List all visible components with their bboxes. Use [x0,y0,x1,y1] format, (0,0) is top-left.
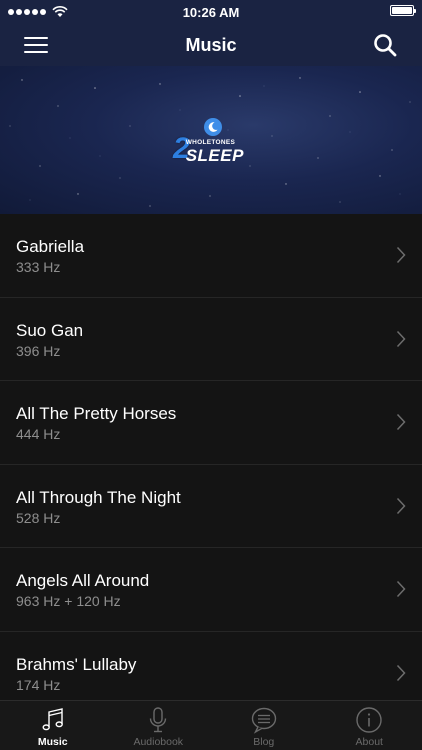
track-title: All The Pretty Horses [16,404,177,424]
track-list: Gabriella 333 Hz Suo Gan 396 Hz All The … [0,214,422,716]
tab-label: Audiobook [133,736,184,748]
chevron-right-icon [396,581,406,598]
hamburger-menu-icon[interactable] [22,34,50,56]
track-frequency: 396 Hz [16,342,61,359]
wifi-icon [52,6,68,17]
tab-music[interactable]: Music [0,701,106,750]
app-screen: 10:26 AM Music 2 WHOLETONES SLEEP Gabrie… [0,0,422,750]
track-frequency: 444 Hz [16,426,61,443]
track-title: Suo Gan [16,320,84,340]
status-bar: 10:26 AM [0,0,422,24]
tab-label: Blog [253,736,275,748]
chat-bubble-icon [251,707,276,734]
track-title: Brahms' Lullaby [16,654,137,674]
track-title: Angels All Around [16,571,150,591]
tab-audiobook[interactable]: Audiobook [106,701,212,750]
tab-bar: Music Audiobook Blog About [0,700,422,750]
tab-blog[interactable]: Blog [211,701,317,750]
chevron-right-icon [396,246,406,264]
signal-wifi-group [8,6,68,18]
wholetones-2-sleep-logo: 2 WHOLETONES SLEEP [173,118,253,170]
chevron-right-icon [396,414,406,431]
hero-banner: 2 WHOLETONES SLEEP [0,66,422,214]
tab-about[interactable]: About [317,701,422,750]
track-title: All Through The Night [16,487,181,507]
music-note-icon [42,708,63,731]
track-row-all-the-pretty-horses[interactable]: All The Pretty Horses 444 Hz [0,381,422,465]
chevron-right-icon [396,330,406,347]
microphone-icon [150,707,167,733]
signal-strength-icon [8,9,46,15]
logo-big-text: SLEEP [185,146,244,165]
track-row-angels-all-around[interactable]: Angels All Around 963 Hz + 120 Hz [0,548,422,632]
track-title: Gabriella [16,237,85,256]
track-frequency: 963 Hz + 120 Hz [16,593,121,610]
status-time: 10:26 AM [182,4,240,20]
info-icon [356,707,382,733]
tab-label: Music [37,736,68,748]
chevron-right-icon [396,664,406,681]
track-frequency: 333 Hz [16,259,61,275]
search-icon[interactable] [372,32,398,58]
track-frequency: 174 Hz [16,676,61,693]
chevron-right-icon [396,497,406,514]
track-row-suo-gan[interactable]: Suo Gan 396 Hz [0,297,422,382]
page-title: Music [185,34,237,55]
battery-icon [390,5,416,16]
track-frequency: 528 Hz [16,509,61,526]
track-row-gabriella[interactable]: Gabriella 333 Hz [0,214,422,298]
nav-bar: Music [0,24,422,66]
track-row-all-through-the-night[interactable]: All Through The Night 528 Hz [0,464,422,549]
tab-label: About [355,736,383,748]
